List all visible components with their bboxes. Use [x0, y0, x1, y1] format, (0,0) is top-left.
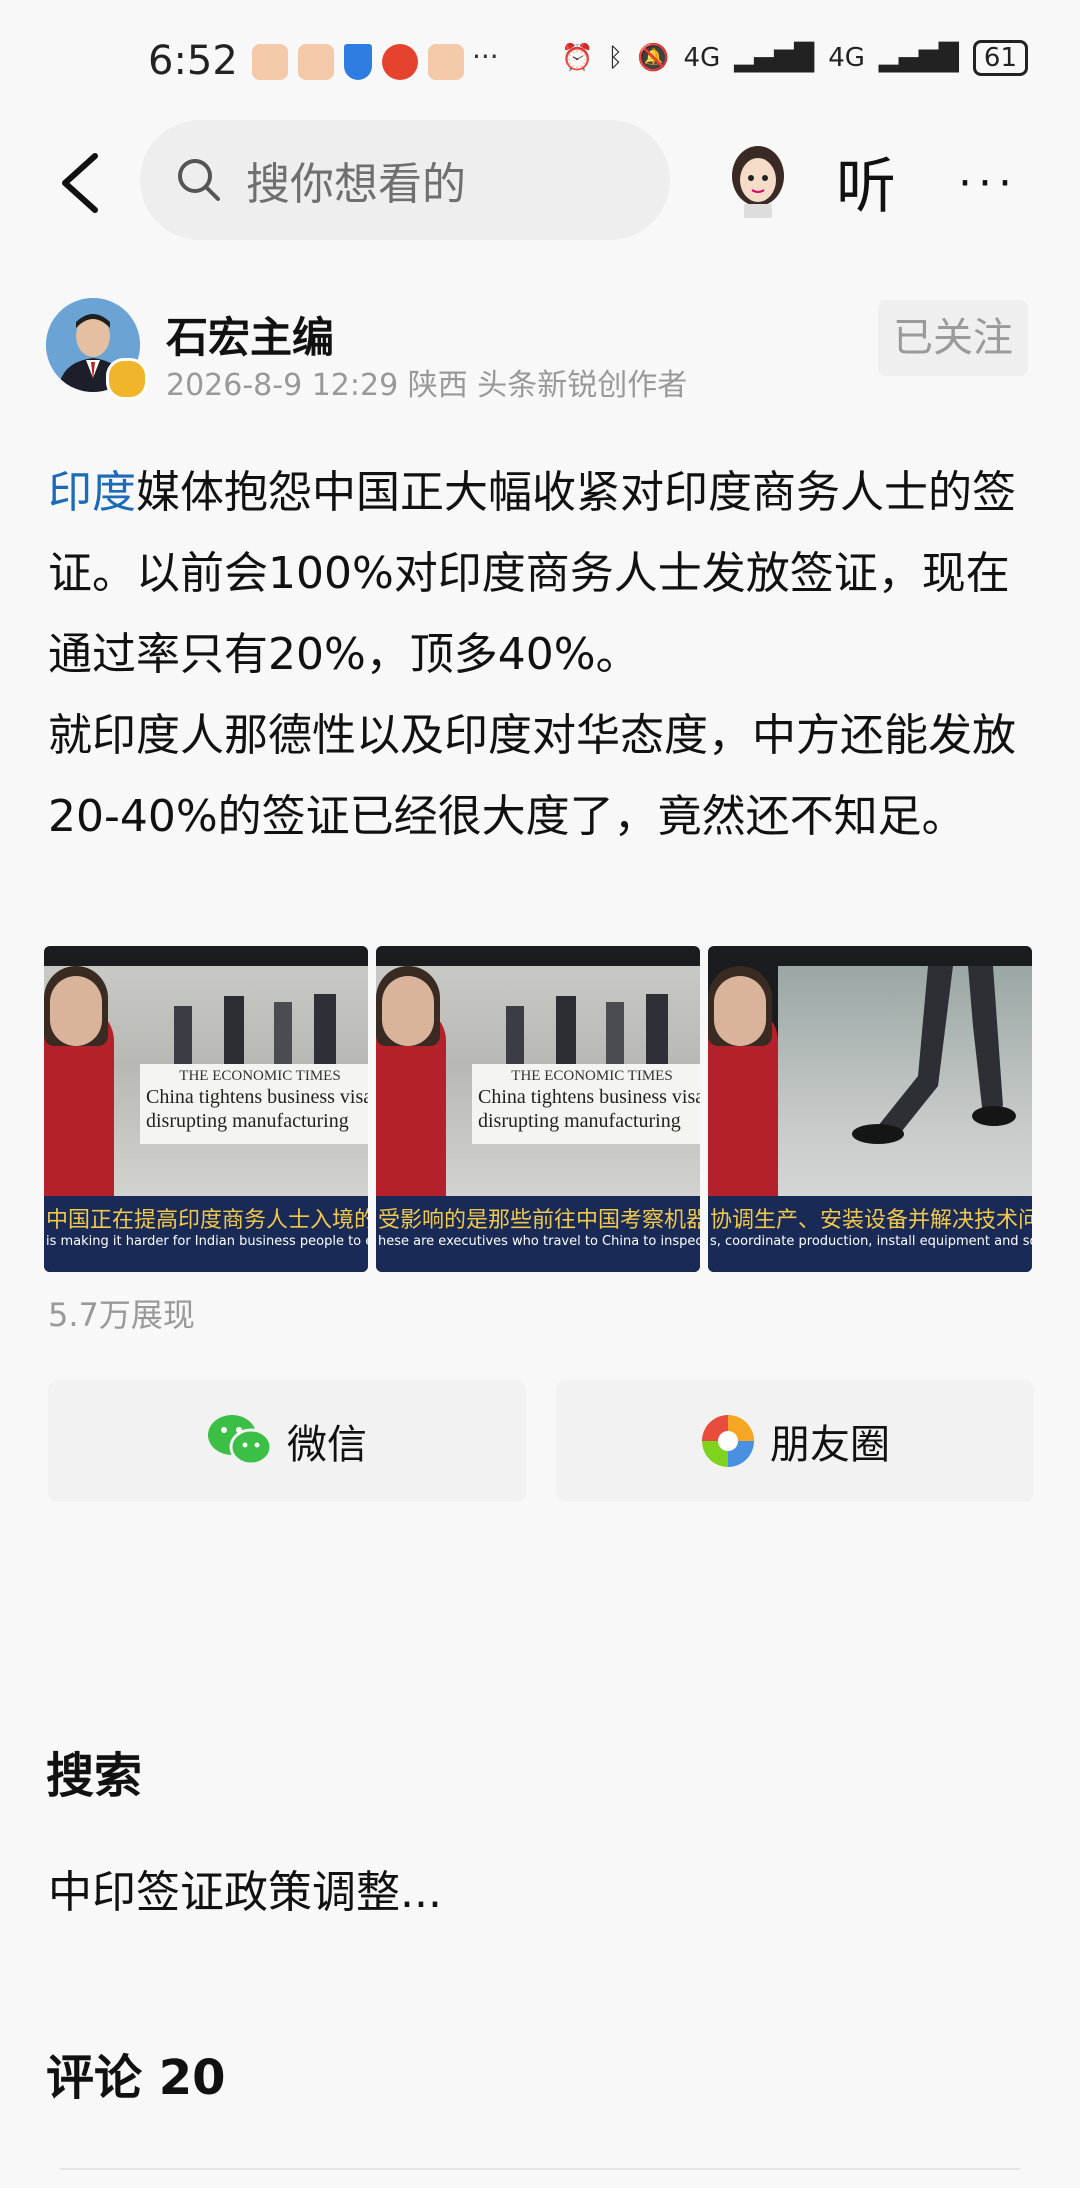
subtitle-zh: 中国正在提高印度商务人士入境的门槛 — [46, 1208, 368, 1233]
search-icon — [178, 159, 220, 201]
caption-line-1: China tightens business visa — [146, 1086, 368, 1108]
battery-icon: 61 — [972, 40, 1028, 76]
wechat-icon — [208, 1415, 273, 1466]
signal-icon-1: 4G — [683, 43, 721, 73]
article-paragraph-2: 就印度人那德性以及印度对华态度，中方还能发放20-40%的签证已经很大度了，竟然… — [48, 710, 1016, 842]
caption-line-1: China tightens business visa — [478, 1086, 700, 1108]
subtitle-zh: 受影响的是那些前往中国考察机器、 — [378, 1208, 700, 1233]
moments-icon — [702, 1415, 754, 1467]
gallery-image-2[interactable]: THE ECONOMIC TIMES China tightens busine… — [376, 946, 700, 1272]
back-arrow-icon[interactable] — [50, 148, 120, 218]
author-name[interactable]: 石宏主编 — [166, 304, 334, 365]
divider — [60, 2168, 1020, 2170]
caption-line-2: disrupting manufacturing — [478, 1110, 681, 1132]
news-caption: THE ECONOMIC TIMES China tightens busine… — [140, 1064, 368, 1144]
subtitle-band: 受影响的是那些前往中国考察机器、 hese are executives who… — [376, 1196, 700, 1272]
share-moments-label: 朋友圈 — [770, 1422, 890, 1468]
search-suggestion[interactable]: 中印签证政策调整... — [48, 1856, 442, 1920]
subtitle-en: is making it harder for Indian business … — [46, 1234, 368, 1249]
alarm-icon: ⏰ — [561, 43, 594, 73]
search-section-title: 搜索 — [46, 1748, 143, 1804]
news-caption: THE ECONOMIC TIMES China tightens busine… — [472, 1064, 700, 1144]
subtitle-band: 中国正在提高印度商务人士入境的门槛 is making it harder fo… — [44, 1196, 368, 1272]
app-notification-icon — [298, 44, 334, 80]
view-count: 5.7万展现 — [48, 1296, 195, 1334]
status-time: 6:52 — [148, 38, 238, 84]
search-placeholder: 搜你想看的 — [246, 159, 466, 210]
shield-icon — [344, 44, 372, 80]
weibo-icon — [382, 44, 418, 80]
more-menu-button[interactable]: ··· — [958, 158, 1018, 209]
comments-title: 评论 20 — [46, 2050, 226, 2106]
mute-icon: 🔕 — [637, 43, 670, 73]
more-notifications-icon: ··· — [472, 40, 499, 73]
search-input[interactable]: 搜你想看的 — [140, 120, 670, 240]
signal-bars-icon: ▂▄▆█ — [734, 43, 815, 73]
subtitle-en: hese are executives who travel to China … — [378, 1234, 700, 1249]
paper-name: THE ECONOMIC TIMES — [179, 1068, 341, 1084]
follow-button[interactable]: 已关注 — [878, 300, 1028, 376]
post-meta: 2026-8-9 12:29 陕西 头条新锐创作者 — [166, 368, 688, 403]
anchor-face — [50, 976, 102, 1046]
subtitle-band: 协调生产、安装设备并解决技术问题 s, coordinate productio… — [708, 1196, 1032, 1272]
share-moments-button[interactable]: 朋友圈 — [556, 1380, 1034, 1502]
subtitle-en: s, coordinate production, install equipm… — [710, 1234, 1032, 1249]
anchor-face — [382, 976, 434, 1046]
share-wechat-label: 微信 — [287, 1422, 367, 1468]
image-gallery: THE ECONOMIC TIMES China tightens busine… — [44, 946, 1034, 1272]
caption-line-2: disrupting manufacturing — [146, 1110, 349, 1132]
share-wechat-button[interactable]: 微信 — [48, 1380, 526, 1502]
subtitle-zh: 协调生产、安装设备并解决技术问题 — [710, 1208, 1032, 1233]
article-paragraph-1: 印度媒体抱怨中国正大幅收紧对印度商务人士的签证。以前会100%对印度商务人士发放… — [48, 452, 1033, 695]
bluetooth-icon: ᛒ — [607, 43, 624, 73]
app-notification-icon — [252, 44, 288, 80]
topic-link[interactable]: 印度 — [48, 467, 136, 518]
status-bar: 6:52 ··· ⏰ ᛒ 🔕 4G ▂▄▆█ 4G ▂▄▆█ 61 — [0, 0, 1080, 120]
gallery-image-1[interactable]: THE ECONOMIC TIMES China tightens busine… — [44, 946, 368, 1272]
signal-bars-icon: ▂▄▆█ — [878, 43, 959, 73]
anchor-face — [714, 976, 766, 1046]
verified-badge-icon — [106, 358, 148, 400]
gallery-image-3[interactable]: 协调生产、安装设备并解决技术问题 s, coordinate productio… — [708, 946, 1032, 1272]
article-body: 印度媒体抱怨中国正大幅收紧对印度商务人士的签证。以前会100%对印度商务人士发放… — [48, 452, 1033, 857]
listen-button[interactable]: 听 — [836, 138, 896, 225]
status-right: ⏰ ᛒ 🔕 4G ▂▄▆█ 4G ▂▄▆█ 61 — [561, 40, 1028, 76]
app-notification-icon — [428, 44, 464, 80]
top-bar: 搜你想看的 听 ··· — [0, 118, 1080, 248]
ai-avatar-icon[interactable] — [726, 142, 790, 218]
paper-name: THE ECONOMIC TIMES — [511, 1068, 673, 1084]
signal-icon-2: 4G — [828, 43, 865, 73]
article-text: 媒体抱怨中国正大幅收紧对印度商务人士的签证。以前会100%对印度商务人士发放签证… — [48, 467, 1016, 680]
walking-legs-illustration — [852, 966, 1016, 1144]
